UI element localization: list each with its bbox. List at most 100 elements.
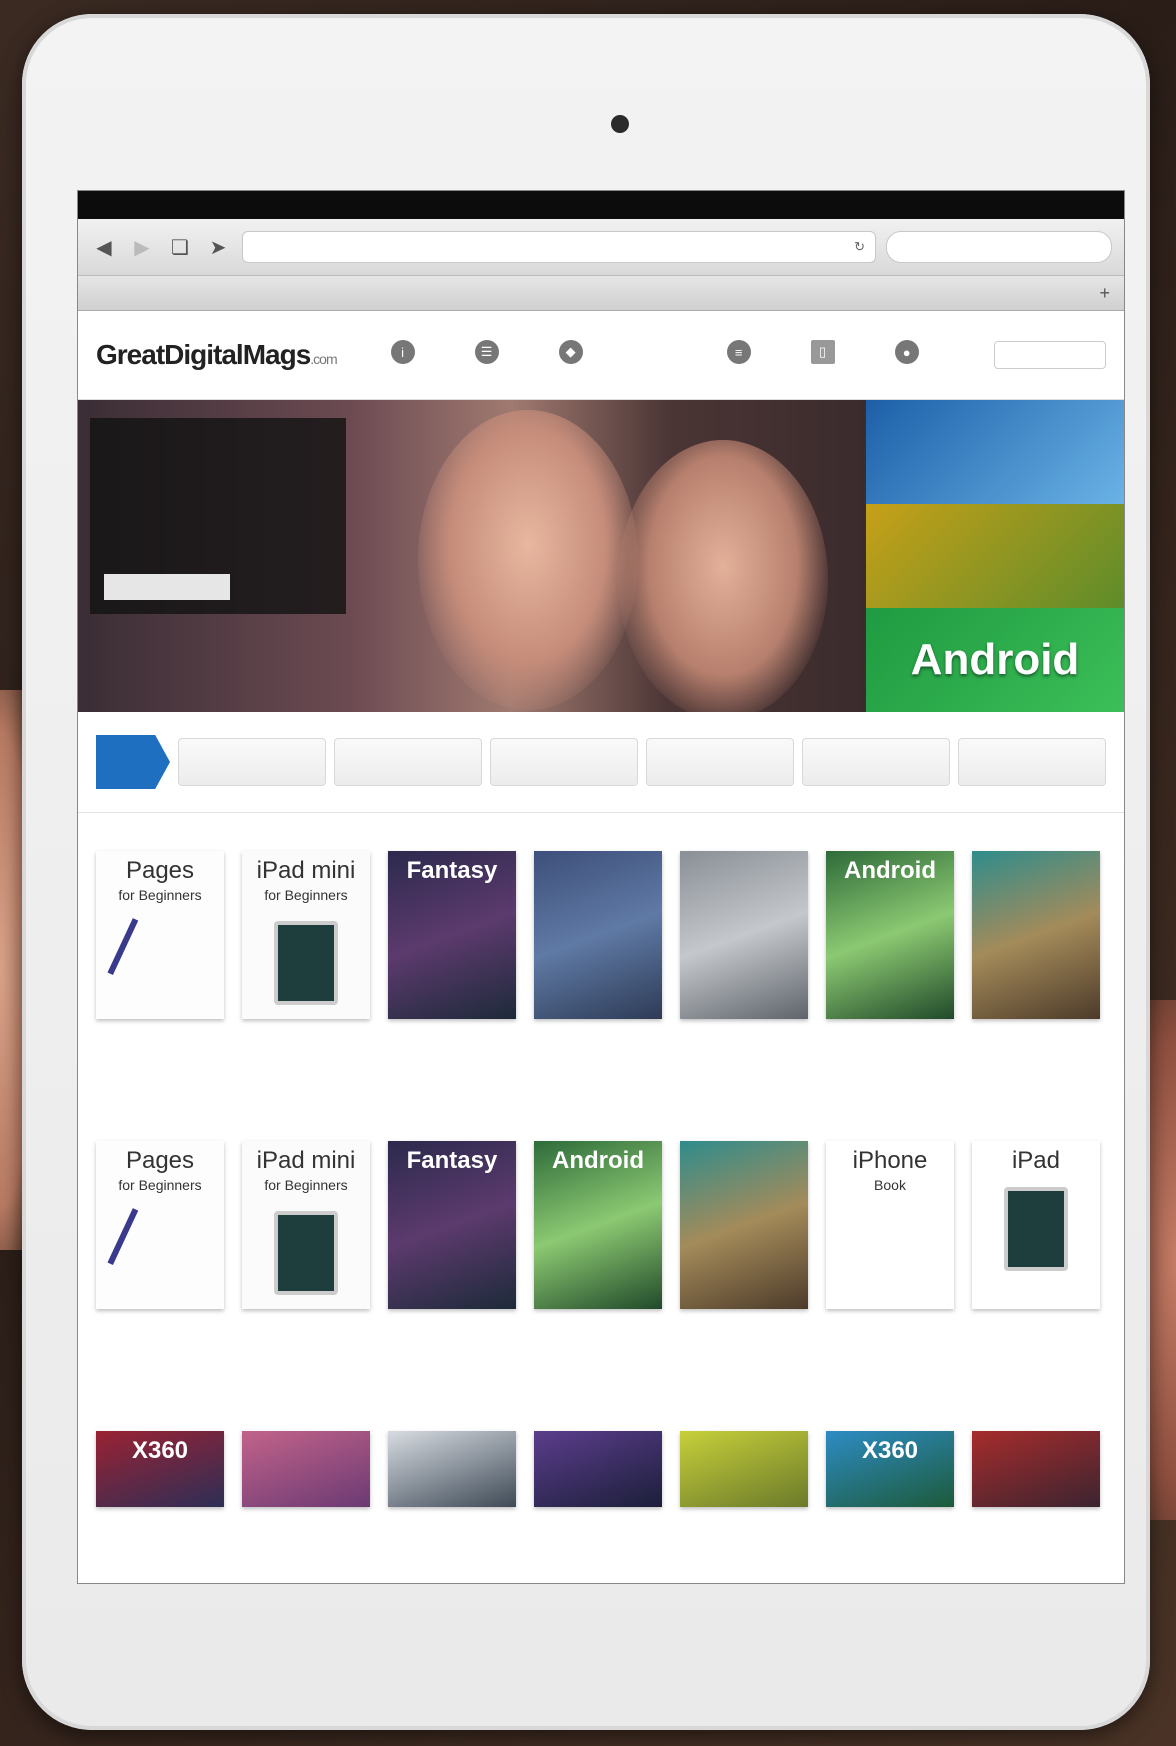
magazine-item[interactable]: Fantasy [388,1141,516,1329]
cover-title: iPad mini for Beginners [257,1149,355,1295]
magazine-item[interactable] [534,851,662,1039]
magazine-item[interactable] [972,1431,1100,1507]
cover-subtitle: for Beginners [264,1177,348,1193]
category-tab[interactable] [646,738,794,786]
cover-title: iPad [1004,1149,1068,1271]
cover-title: X360 [132,1439,188,1463]
list-icon: ≡ [726,340,751,364]
tab-bar[interactable]: + [78,276,1124,311]
category-tab[interactable] [178,738,326,786]
category-active-tab[interactable] [96,735,170,789]
magazine-shelf: Pages for Beginners iPad mini for Beginners… [78,813,1124,1103]
header-search-input[interactable] [994,341,1106,369]
magazine-cover[interactable]: iPhone Book [826,1141,954,1309]
nav-item-3[interactable]: ◆ [531,340,611,370]
magazine-cover[interactable]: Fantasy [388,851,516,1019]
category-tab[interactable] [958,738,1106,786]
magazine-cover[interactable] [972,851,1100,1019]
share-icon[interactable]: ➤ [204,233,232,261]
back-arrow-icon[interactable]: ◀ [90,233,118,261]
cover-title: Android [844,859,936,883]
shelf-title [96,1409,1106,1423]
magazine-cover[interactable]: iPad mini for Beginners [242,1141,370,1309]
side-tile-android[interactable]: Android [866,608,1124,712]
magazine-cover[interactable] [242,1431,370,1507]
nav-item-7[interactable]: ● [867,340,947,370]
magazine-cover[interactable] [680,1431,808,1507]
side-tile-2[interactable] [866,504,1124,608]
magazine-item[interactable]: iPad mini for Beginners [242,1141,370,1329]
magazine-item[interactable]: iPhone Book [826,1141,954,1329]
magazine-item[interactable]: Fantasy [388,851,516,1039]
magazine-cover[interactable]: X360 [96,1431,224,1507]
magazine-item[interactable]: Pages for Beginners [96,1141,224,1329]
cover-title-text: X360 [131,1437,189,1464]
magazine-item[interactable]: Pages for Beginners [96,851,224,1039]
category-tab[interactable] [490,738,638,786]
site-logo[interactable]: GreatDigitalMags.com [96,339,338,371]
magazine-item[interactable] [388,1431,516,1507]
magazine-item[interactable]: iPad [972,1141,1100,1329]
cover-title: iPhone Book [853,1149,928,1197]
search-field[interactable] [886,231,1112,263]
magazine-item[interactable] [972,851,1100,1039]
magazine-item[interactable]: Android [534,1141,662,1329]
bookmarks-icon[interactable]: ❏ [166,233,194,261]
magazine-cover[interactable]: iPad mini for Beginners [242,851,370,1019]
nav-item-5[interactable]: ≡ [699,340,779,370]
magazine-item[interactable] [242,1431,370,1507]
shelf-title [96,829,1106,843]
info-icon: i [390,340,415,364]
magazine-cover[interactable]: Pages for Beginners [96,1141,224,1309]
cover-title-text: Android [552,1147,644,1174]
cover-title-text: iPad mini [256,857,356,884]
magazine-cover[interactable] [388,1431,516,1507]
book-icon: ▯ [810,340,835,364]
magazine-cover[interactable] [534,851,662,1019]
cover-title-text: Android [844,857,936,884]
magazine-cover[interactable] [680,851,808,1019]
browser-toolbar: ◀ ▶ ❏ ➤ ↻ [78,219,1124,276]
magazine-cover[interactable]: Fantasy [388,1141,516,1309]
magazine-cover[interactable] [680,1141,808,1309]
pen-icon [107,918,175,992]
add-tab-icon[interactable]: + [1099,283,1110,304]
cover-subtitle: for Beginners [118,1177,202,1193]
shelf-row: Pages for Beginners iPad mini for Beginners… [96,1141,1106,1329]
magazine-item[interactable]: iPad mini for Beginners [242,851,370,1039]
magazine-cover[interactable]: Android [534,1141,662,1309]
forward-arrow-icon[interactable]: ▶ [128,233,156,261]
magazine-item[interactable] [680,1431,808,1507]
url-field[interactable]: ↻ [242,231,876,263]
hero-image[interactable] [78,400,866,712]
nav-item-2[interactable]: ☰ [447,340,527,370]
hero-person-woman [418,410,638,710]
hero-cta-button[interactable] [104,574,230,600]
magazine-cover[interactable] [534,1431,662,1507]
hero-text-panel [90,418,346,614]
magazine-shelf: Pages for Beginners iPad mini for Beginners… [78,1103,1124,1393]
magazine-item[interactable] [534,1431,662,1507]
magazine-cover[interactable]: iPad [972,1141,1100,1309]
magazine-item[interactable]: Android [826,851,954,1039]
magazine-cover[interactable]: X360 [826,1431,954,1507]
magazine-item[interactable]: X360 [96,1431,224,1507]
side-tile-1[interactable] [866,400,1124,504]
tag-icon: ◆ [558,340,583,364]
magazine-cover[interactable] [972,1431,1100,1507]
shelf-row: X360 X360 [96,1431,1106,1507]
magazine-cover[interactable]: Android [826,851,954,1019]
category-tab[interactable] [802,738,950,786]
magazine-item[interactable]: X360 [826,1431,954,1507]
cover-title: Android [552,1149,644,1173]
nav-item-1[interactable]: i [363,340,443,370]
cover-title: Pages for Beginners [107,859,202,992]
reload-icon[interactable]: ↻ [854,239,865,255]
magazine-item[interactable] [680,1141,808,1329]
nav-item-6[interactable]: ▯ [783,340,863,370]
category-tab[interactable] [334,738,482,786]
nav-item-4[interactable] [615,340,695,370]
cover-title: Fantasy [407,859,498,883]
magazine-item[interactable] [680,851,808,1039]
magazine-cover[interactable]: Pages for Beginners [96,851,224,1019]
